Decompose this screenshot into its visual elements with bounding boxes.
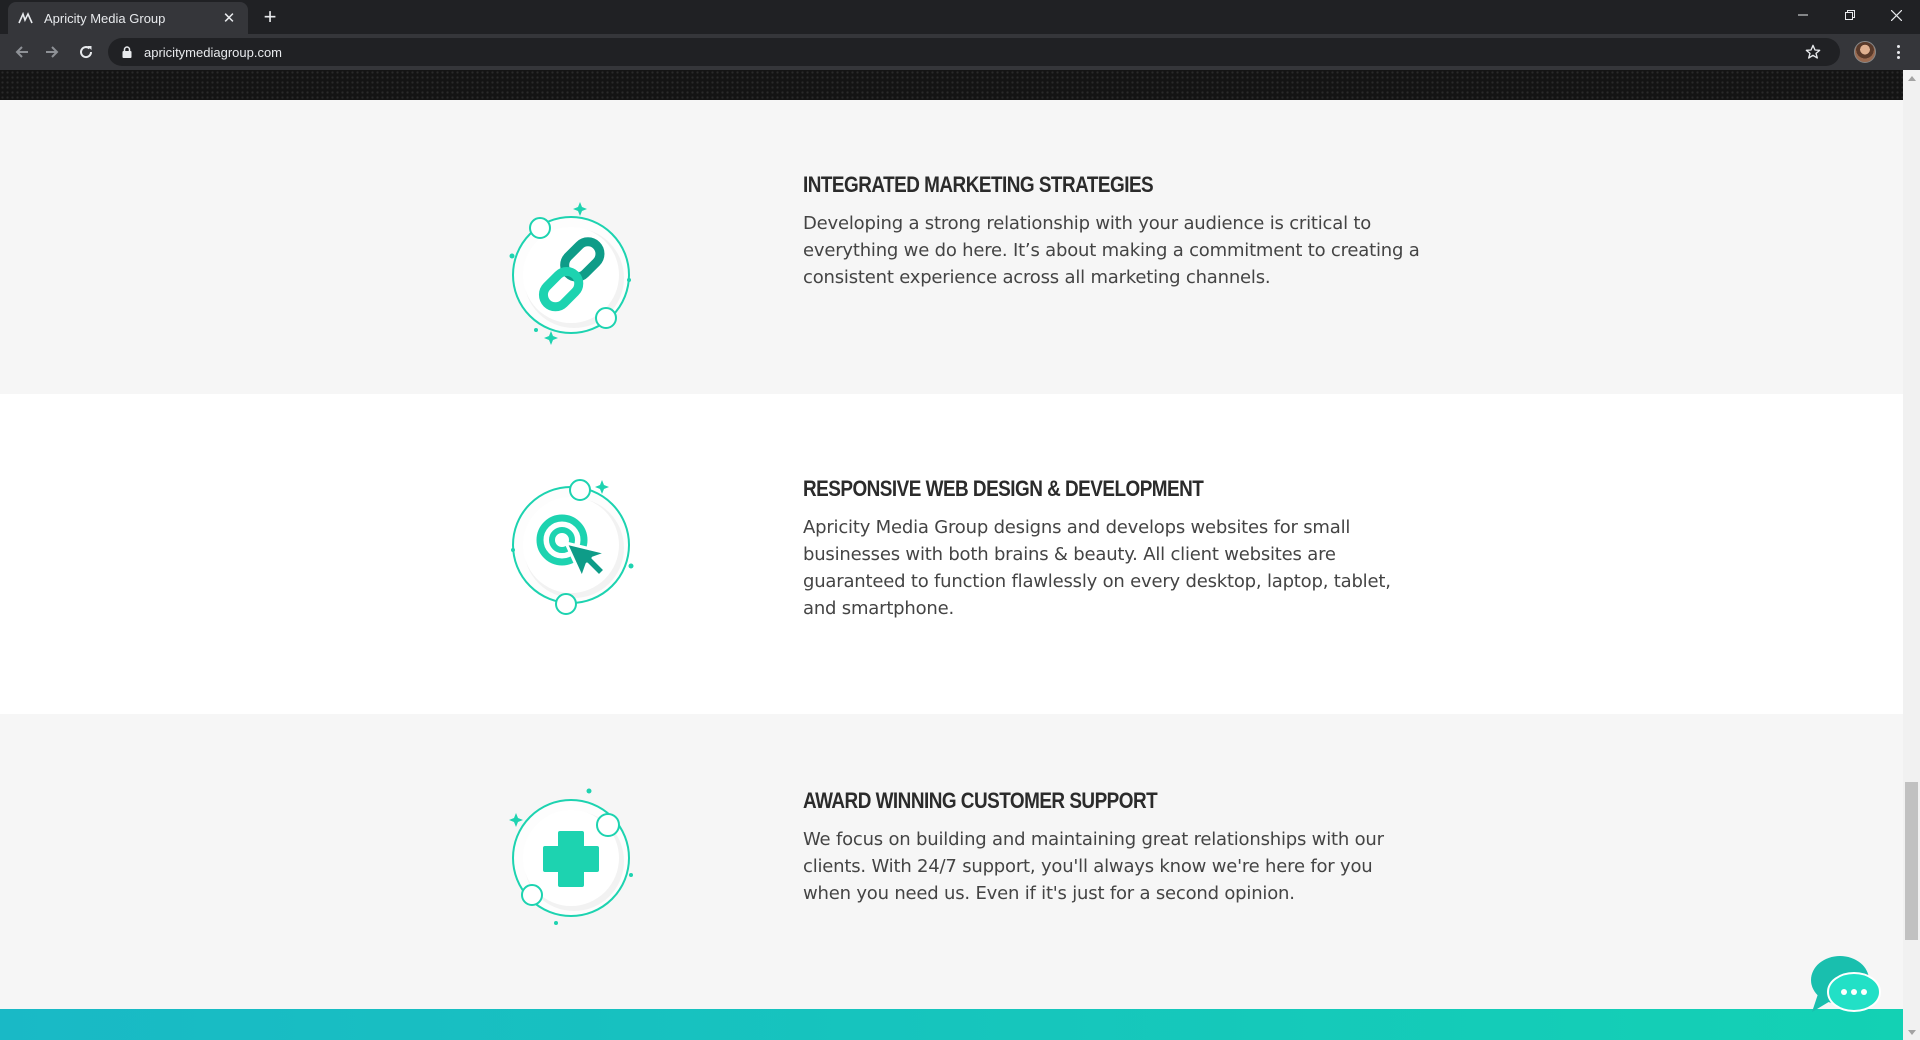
- scroll-down-arrow-icon[interactable]: [1903, 1024, 1920, 1040]
- feature-integrated-marketing: INTEGRATED MARKETING STRATEGIES Developi…: [0, 100, 1903, 394]
- browser-tab-bar: Apricity Media Group ✕ +: [0, 0, 1920, 34]
- new-tab-icon[interactable]: +: [258, 5, 282, 29]
- feature-text-block: RESPONSIVE WEB DESIGN & DEVELOPMENT Apri…: [803, 476, 1423, 622]
- feature-text-block: INTEGRATED MARKETING STRATEGIES Developi…: [803, 172, 1423, 291]
- page-content: INTEGRATED MARKETING STRATEGIES Developi…: [0, 70, 1903, 1040]
- feature-title: RESPONSIVE WEB DESIGN & DEVELOPMENT: [803, 476, 1204, 501]
- chain-link-icon: [496, 200, 646, 350]
- browser-tab[interactable]: Apricity Media Group ✕: [8, 2, 248, 34]
- close-window-icon[interactable]: [1873, 0, 1919, 30]
- feature-description: Apricity Media Group designs and develop…: [803, 517, 1391, 619]
- forward-icon[interactable]: [38, 38, 66, 66]
- close-tab-icon[interactable]: ✕: [220, 9, 238, 27]
- address-bar[interactable]: apricitymediagroup.com: [108, 38, 1840, 66]
- feature-description: We focus on building and maintaining gre…: [803, 829, 1384, 904]
- minimize-icon[interactable]: [1780, 0, 1826, 30]
- feature-customer-support: AWARD WINNING CUSTOMER SUPPORT We focus …: [0, 714, 1903, 1009]
- feature-description: Developing a strong relationship with yo…: [803, 213, 1420, 288]
- back-icon[interactable]: [8, 38, 36, 66]
- restore-icon[interactable]: [1827, 0, 1873, 30]
- chat-bubble-icon[interactable]: [1808, 954, 1886, 1020]
- teal-footer-band: [0, 1009, 1903, 1040]
- browser-menu-icon[interactable]: [1890, 42, 1906, 62]
- medical-cross-icon: [496, 783, 646, 933]
- browser-toolbar: apricitymediagroup.com: [0, 34, 1920, 70]
- page-scrollbar[interactable]: [1903, 70, 1920, 1040]
- feature-title: INTEGRATED MARKETING STRATEGIES: [803, 172, 1154, 197]
- scroll-up-arrow-icon[interactable]: [1903, 70, 1920, 86]
- tab-title: Apricity Media Group: [44, 10, 166, 26]
- scroll-thumb[interactable]: [1905, 782, 1918, 940]
- feature-title: AWARD WINNING CUSTOMER SUPPORT: [803, 788, 1158, 813]
- feature-responsive-web-design: RESPONSIVE WEB DESIGN & DEVELOPMENT Apri…: [0, 394, 1903, 714]
- url-text: apricitymediagroup.com: [144, 44, 283, 60]
- lock-icon: [120, 45, 134, 59]
- feature-text-block: AWARD WINNING CUSTOMER SUPPORT We focus …: [803, 788, 1423, 907]
- site-favicon-icon: [18, 10, 34, 26]
- cursor-click-icon: [496, 470, 646, 620]
- reload-icon[interactable]: [72, 38, 100, 66]
- profile-avatar[interactable]: [1854, 41, 1876, 63]
- dark-pattern-banner: [0, 70, 1903, 100]
- bookmark-star-icon[interactable]: [1804, 43, 1822, 61]
